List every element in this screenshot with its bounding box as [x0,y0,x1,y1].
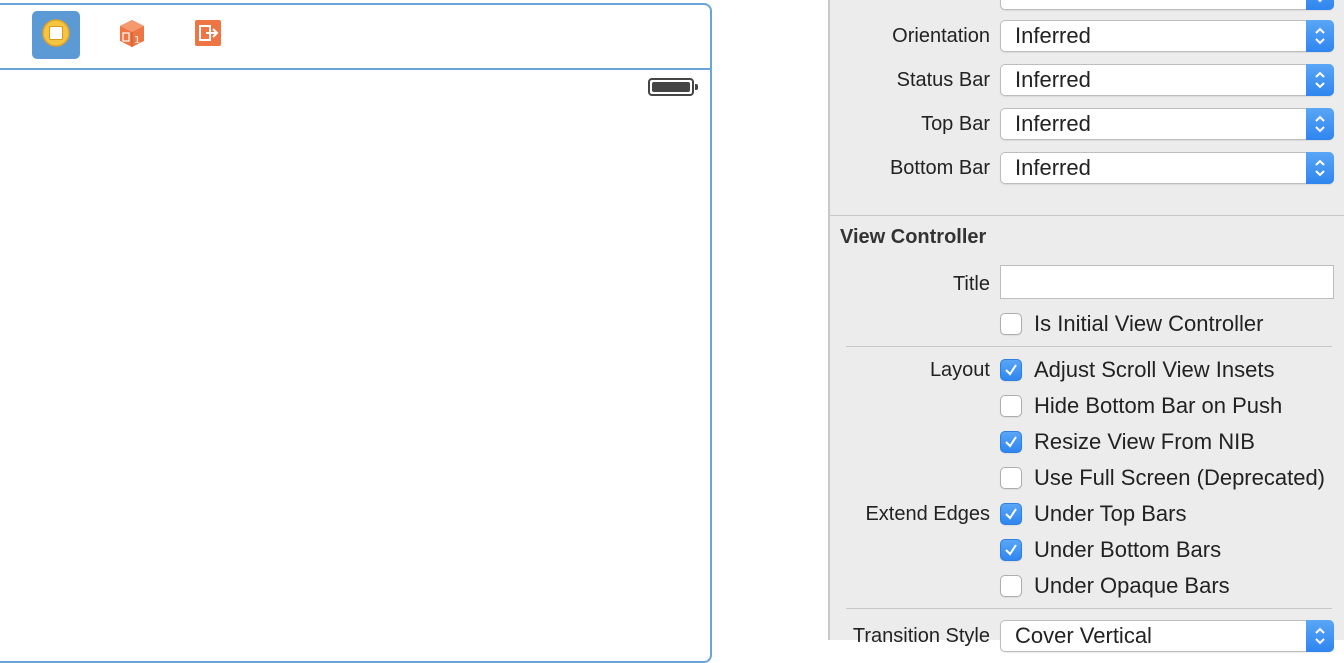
use-full-screen-checkbox[interactable] [1000,467,1022,489]
popup-stepper-icon [1306,108,1334,140]
is-initial-view-controller-row[interactable]: Is Initial View Controller [1000,310,1263,338]
under-top-bars-label: Under Top Bars [1034,501,1187,526]
dock-first-responder-button[interactable]: 1 [108,11,156,59]
extend-edges-label: Extend Edges [865,503,990,525]
battery-icon [648,78,698,96]
resize-view-from-nib-row[interactable]: Resize View From NIB [1000,428,1255,456]
orientation-popup[interactable]: Inferred [1000,20,1334,52]
under-opaque-bars-row[interactable]: Under Opaque Bars [1000,572,1230,600]
popup-stepper-icon [1306,64,1334,96]
under-opaque-bars-label: Under Opaque Bars [1034,573,1230,598]
top-bar-label: Top Bar [921,113,990,135]
under-bottom-bars-label: Under Bottom Bars [1034,537,1222,562]
under-bottom-bars-row[interactable]: Under Bottom Bars [1000,536,1221,564]
dock-exit-button[interactable] [184,11,232,59]
under-top-bars-row[interactable]: Under Top Bars [1000,500,1186,528]
hide-bottom-bar-on-push-label: Hide Bottom Bar on Push [1034,393,1283,418]
bottom-bar-value: Inferred [1015,155,1091,180]
sub-divider [846,608,1332,609]
exit-icon [193,18,223,53]
first-responder-icon: 1 [117,18,147,53]
attributes-inspector: Orientation Inferred Status Bar Inferred… [828,0,1344,652]
checkmark-icon [1005,544,1017,556]
use-full-screen-row[interactable]: Use Full Screen (Deprecated) [1000,464,1325,492]
view-controller-scene[interactable]: 1 [0,3,712,663]
popup-stepper-icon [1306,20,1334,52]
hide-bottom-bar-on-push-checkbox[interactable] [1000,395,1022,417]
popup-stepper-icon [1306,152,1334,184]
view-controller-section-title: View Controller [840,226,987,248]
is-initial-view-controller-checkbox[interactable] [1000,313,1022,335]
status-bar-label: Status Bar [896,69,990,91]
transition-style-value: Cover Vertical [1015,623,1152,648]
layout-label: Layout [929,359,990,381]
sub-divider [846,346,1332,347]
hide-bottom-bar-on-push-row[interactable]: Hide Bottom Bar on Push [1000,392,1282,420]
scene-dock: 1 [0,5,710,70]
bottom-bar-label: Bottom Bar [889,157,990,179]
orientation-value: Inferred [1015,23,1091,48]
title-input[interactable] [1000,265,1334,299]
status-bar-popup[interactable]: Inferred [1000,64,1334,96]
resize-view-from-nib-label: Resize View From NIB [1034,429,1255,454]
adjust-scroll-view-insets-checkbox[interactable] [1000,359,1022,381]
is-initial-view-controller-label: Is Initial View Controller [1034,311,1264,336]
transition-style-popup[interactable]: Cover Vertical [1000,620,1334,652]
under-top-bars-checkbox[interactable] [1000,503,1022,525]
adjust-scroll-view-insets-label: Adjust Scroll View Insets [1034,357,1275,382]
resize-view-from-nib-checkbox[interactable] [1000,431,1022,453]
adjust-scroll-view-insets-row[interactable]: Adjust Scroll View Insets [1000,356,1274,384]
size-popup[interactable] [1000,0,1334,10]
top-bar-value: Inferred [1015,111,1091,136]
under-bottom-bars-checkbox[interactable] [1000,539,1022,561]
status-bar-value: Inferred [1015,67,1091,92]
top-bar-popup[interactable]: Inferred [1000,108,1334,140]
popup-stepper-icon [1306,620,1334,652]
view-controller-icon [41,18,71,53]
under-opaque-bars-checkbox[interactable] [1000,575,1022,597]
popup-stepper-icon [1306,0,1334,10]
transition-style-label: Transition Style [852,625,990,647]
checkmark-icon [1005,364,1017,376]
use-full-screen-label: Use Full Screen (Deprecated) [1034,465,1326,490]
storyboard-canvas[interactable]: 1 [0,0,828,663]
checkmark-icon [1005,508,1017,520]
orientation-label: Orientation [892,25,990,47]
section-divider [830,215,1344,216]
svg-text:1: 1 [134,35,140,46]
dock-view-controller-button[interactable] [32,11,80,59]
title-label: Title [952,273,990,295]
checkmark-icon [1005,436,1017,448]
bottom-bar-popup[interactable]: Inferred [1000,152,1334,184]
